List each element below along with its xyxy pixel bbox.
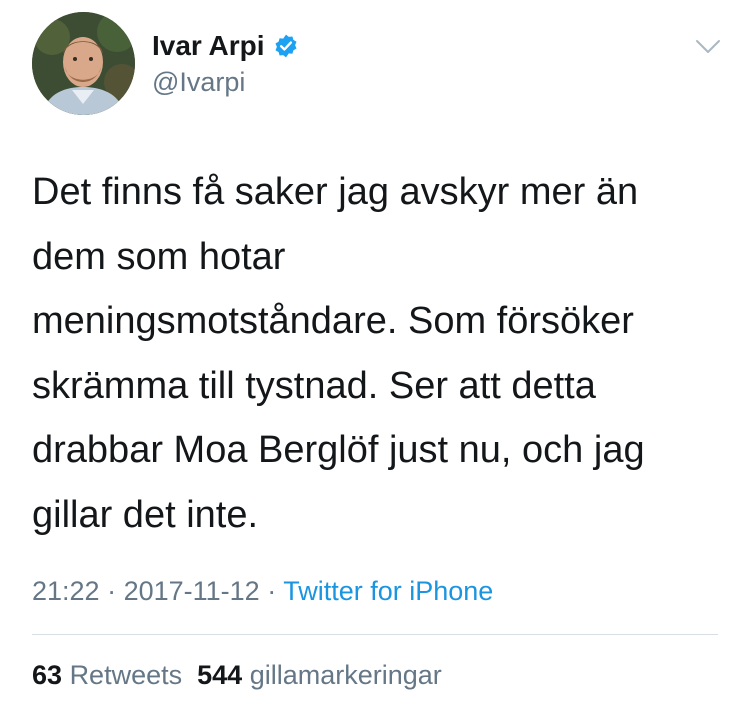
tweet-stats: 63 Retweets 544 gillamarkeringar xyxy=(32,657,442,693)
divider xyxy=(32,634,718,635)
meta-separator: · xyxy=(99,576,124,606)
meta-separator: · xyxy=(259,576,284,606)
likes-count: 544 xyxy=(197,660,243,690)
tweet-date[interactable]: 2017-11-12 xyxy=(124,576,260,606)
tweet-text: Det finns få saker jag avskyr mer än dem… xyxy=(32,171,645,536)
author-name[interactable]: Ivar Arpi xyxy=(152,30,265,62)
author-name-row: Ivar Arpi xyxy=(152,30,299,62)
retweets-label: Retweets xyxy=(69,660,183,690)
verified-badge-icon xyxy=(273,33,299,59)
retweets-count: 63 xyxy=(32,660,63,690)
avatar[interactable] xyxy=(32,12,135,115)
likes-label: gillamarkeringar xyxy=(249,660,442,690)
tweet-meta: 21:22 · 2017-11-12 · Twitter for iPhone xyxy=(32,573,493,609)
tweet-source-link[interactable]: Twitter for iPhone xyxy=(283,576,493,606)
tweet-time[interactable]: 21:22 xyxy=(32,576,100,606)
tweet-card: Ivar Arpi @Ivarpi Det finns få saker jag… xyxy=(0,0,750,708)
author-handle[interactable]: @Ivarpi xyxy=(152,66,245,98)
retweets-stat[interactable]: 63 Retweets xyxy=(32,660,182,690)
likes-stat[interactable]: 544 gillamarkeringar xyxy=(197,660,442,690)
chevron-down-icon[interactable] xyxy=(692,30,724,62)
